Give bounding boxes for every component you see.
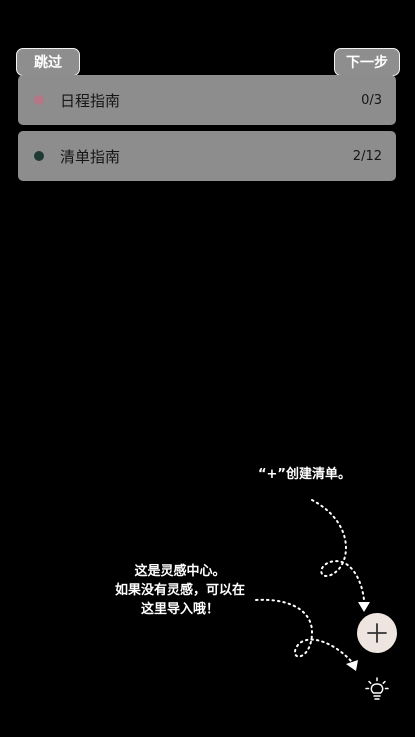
arrowhead bbox=[346, 660, 358, 671]
hint-arrows bbox=[255, 499, 370, 671]
arrowhead bbox=[358, 602, 370, 612]
arrow-to-add-button bbox=[311, 499, 365, 601]
add-list-button[interactable] bbox=[357, 613, 397, 653]
lightbulb-icon[interactable] bbox=[364, 676, 390, 702]
plus-icon bbox=[367, 623, 387, 643]
arrow-to-lightbulb bbox=[255, 598, 353, 663]
